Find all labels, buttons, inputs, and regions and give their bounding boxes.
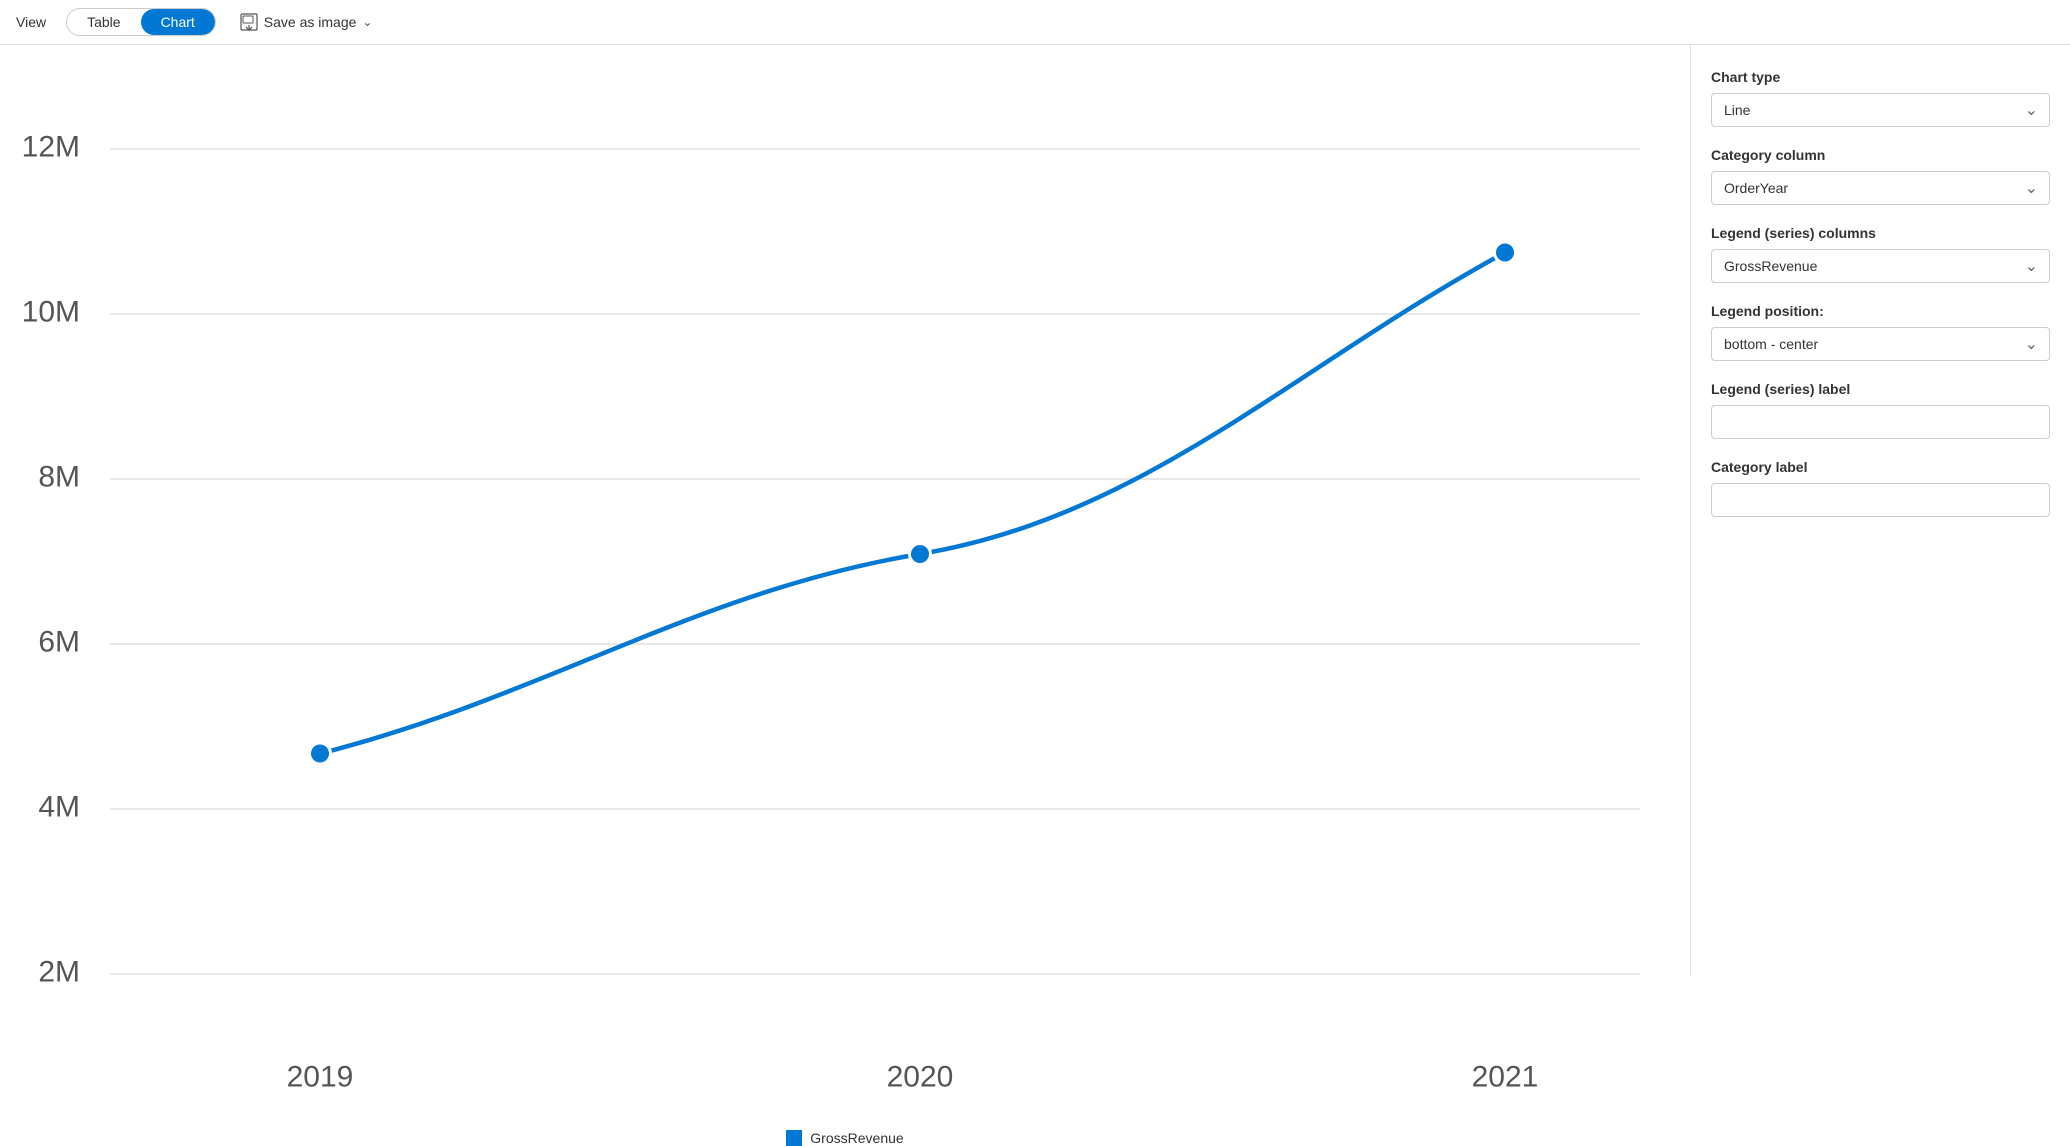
view-label: View	[16, 14, 46, 30]
legend-series-columns-label: Legend (series) columns	[1711, 225, 2050, 241]
save-image-label: Save as image	[264, 14, 357, 30]
legend-series-label-label: Legend (series) label	[1711, 381, 2050, 397]
y-label-6m: 6M	[38, 626, 80, 659]
chart-view-button[interactable]: Chart	[141, 9, 215, 35]
main-content: 12M 10M 8M 6M 4M 2M	[0, 45, 2070, 975]
category-column-section: Category column OrderYear	[1711, 147, 2050, 205]
category-column-select-wrapper: OrderYear	[1711, 171, 2050, 205]
legend-series-label-section: Legend (series) label	[1711, 381, 2050, 439]
category-label-input[interactable]	[1711, 483, 2050, 517]
chart-type-label: Chart type	[1711, 69, 2050, 85]
chart-type-section: Chart type Line Bar Column Pie	[1711, 69, 2050, 127]
y-label-10m: 10M	[22, 296, 80, 329]
chart-type-select[interactable]: Line Bar Column Pie	[1711, 93, 2050, 127]
y-label-2m: 2M	[38, 956, 80, 989]
chart-type-select-wrapper: Line Bar Column Pie	[1711, 93, 2050, 127]
legend-position-select-wrapper: bottom - center top - center left right	[1711, 327, 2050, 361]
x-label-2020: 2020	[887, 1061, 954, 1094]
chart-legend: GrossRevenue	[786, 1130, 903, 1146]
legend-position-label: Legend position:	[1711, 303, 2050, 319]
chart-container: 12M 10M 8M 6M 4M 2M	[20, 65, 1670, 1118]
legend-series-label-input[interactable]	[1711, 405, 2050, 439]
y-label-4m: 4M	[38, 791, 80, 824]
table-view-button[interactable]: Table	[67, 9, 140, 35]
toolbar: View Table Chart Save as image ⌄	[0, 0, 2070, 45]
line-chart-svg: 12M 10M 8M 6M 4M 2M	[20, 65, 1670, 1118]
legend-position-section: Legend position: bottom - center top - c…	[1711, 303, 2050, 361]
save-image-button[interactable]: Save as image ⌄	[232, 9, 381, 35]
y-label-8m: 8M	[38, 461, 80, 494]
right-panel: Chart type Line Bar Column Pie Category …	[1690, 45, 2070, 975]
data-point-2021[interactable]	[1495, 242, 1516, 263]
view-toggle-group: Table Chart	[66, 8, 216, 36]
chart-area: 12M 10M 8M 6M 4M 2M	[0, 45, 1690, 975]
legend-color-swatch	[786, 1130, 802, 1146]
save-image-icon	[240, 13, 258, 31]
line-path	[320, 253, 1505, 754]
category-label-label: Category label	[1711, 459, 2050, 475]
legend-series-columns-section: Legend (series) columns GrossRevenue	[1711, 225, 2050, 283]
x-label-2019: 2019	[287, 1061, 354, 1094]
category-column-label: Category column	[1711, 147, 2050, 163]
x-label-2021: 2021	[1472, 1061, 1539, 1094]
legend-position-select[interactable]: bottom - center top - center left right	[1711, 327, 2050, 361]
category-label-section: Category label	[1711, 459, 2050, 517]
legend-series-columns-select[interactable]: GrossRevenue	[1711, 249, 2050, 283]
save-image-chevron-icon: ⌄	[362, 15, 372, 29]
data-point-2020[interactable]	[910, 544, 931, 565]
data-point-2019[interactable]	[310, 743, 331, 764]
category-column-select[interactable]: OrderYear	[1711, 171, 2050, 205]
legend-series-columns-select-wrapper: GrossRevenue	[1711, 249, 2050, 283]
y-label-12m: 12M	[22, 131, 80, 164]
legend-label: GrossRevenue	[810, 1130, 903, 1146]
